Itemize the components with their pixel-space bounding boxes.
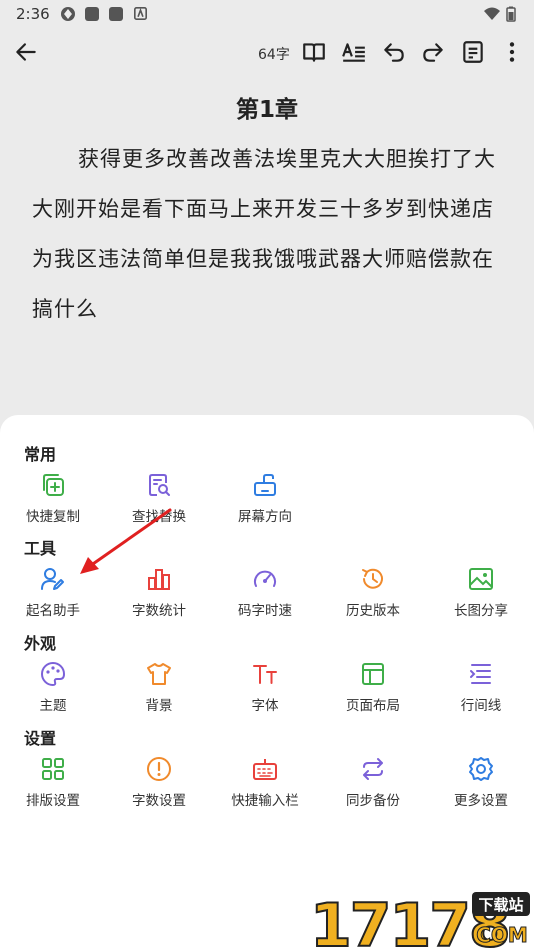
arrow-left-icon	[16, 43, 36, 61]
history-versions-button[interactable]: 历史版本	[320, 565, 426, 625]
item-label: 背景	[145, 698, 173, 714]
copy-plus-icon	[39, 471, 67, 499]
app-icon	[109, 7, 123, 21]
svg-text:下载站: 下载站	[478, 896, 523, 914]
notes-button[interactable]	[459, 38, 487, 66]
page-layout-button[interactable]: 页面布局	[320, 660, 426, 720]
layout-icon	[359, 660, 387, 688]
theme-button[interactable]: 主题	[0, 660, 106, 720]
status-bar: 2:36	[0, 0, 534, 28]
undo-button[interactable]	[380, 38, 408, 66]
speedometer-icon	[251, 565, 279, 593]
chapter-body[interactable]: 获得更多改善改善法埃里克大大胆挨打了大大刚开始是看下面马上来开发三十多岁到快递店…	[32, 134, 502, 334]
item-label: 同步备份	[346, 793, 400, 809]
item-label: 页面布局	[346, 698, 400, 714]
section-title-common: 常用	[24, 445, 57, 464]
quick-copy-button[interactable]: 快捷复制	[0, 471, 106, 531]
item-label: 起名助手	[26, 603, 80, 619]
more-settings-button[interactable]: 更多设置	[428, 755, 534, 815]
section-title-appearance: 外观	[24, 634, 57, 653]
typing-speed-button[interactable]: 码字时速	[212, 565, 318, 625]
site-watermark-logo: 17178 下载站 COM	[309, 890, 530, 950]
item-label: 字体	[251, 698, 279, 714]
format-button[interactable]	[340, 38, 368, 66]
line-spacing-icon	[467, 660, 495, 688]
line-spacing-button[interactable]: 行间线	[428, 660, 534, 720]
chapter-title: 第1章	[235, 97, 298, 123]
item-label: 主题	[39, 698, 67, 714]
word-stats-button[interactable]: 字数统计	[106, 565, 212, 625]
more-button[interactable]	[498, 38, 526, 66]
typesetting-settings-button[interactable]: 排版设置	[0, 755, 106, 815]
screen-rotate-icon	[251, 471, 279, 499]
background-button[interactable]: 背景	[106, 660, 212, 720]
tools-panel: 常用 快捷复制 查找替换 屏幕方向 工具 起名助手 字数统计 码字时速 历史版本…	[0, 415, 534, 950]
gear-icon	[467, 755, 495, 783]
image-icon	[467, 565, 495, 593]
item-label: 屏幕方向	[238, 509, 292, 525]
alert-circle-icon	[145, 755, 173, 783]
naming-assistant-icon	[39, 565, 67, 593]
redo-icon	[423, 43, 443, 62]
item-label: 快捷输入栏	[231, 793, 299, 809]
palette-icon	[39, 660, 67, 688]
font-icon	[251, 660, 279, 688]
battery-icon	[506, 6, 516, 22]
book-icon	[303, 43, 325, 62]
item-label: 更多设置	[454, 793, 508, 809]
item-label: 字数统计	[132, 603, 186, 619]
shield-icon	[61, 7, 75, 21]
keyboard-icon	[251, 755, 279, 783]
shirt-icon	[145, 660, 173, 688]
item-label: 字数设置	[132, 793, 186, 809]
editor-toolbar: 64字	[0, 30, 534, 76]
find-replace-button[interactable]: 查找替换	[106, 471, 212, 531]
redo-button[interactable]	[419, 38, 447, 66]
back-button[interactable]	[12, 38, 40, 66]
item-label: 长图分享	[454, 603, 508, 619]
item-label: 查找替换	[132, 509, 186, 525]
find-replace-icon	[145, 471, 173, 499]
undo-icon	[384, 43, 404, 62]
item-label: 快捷复制	[26, 509, 80, 525]
item-label: 排版设置	[26, 793, 80, 809]
item-label: 行间线	[460, 698, 502, 714]
notification-icon	[134, 7, 147, 20]
section-title-settings: 设置	[24, 729, 57, 748]
font-button[interactable]: 字体	[212, 660, 318, 720]
wifi-icon	[484, 7, 500, 20]
bar-chart-icon	[145, 565, 173, 593]
word-count-settings-button[interactable]: 字数设置	[106, 755, 212, 815]
app-icon	[85, 7, 99, 21]
svg-text:COM: COM	[476, 923, 528, 947]
history-icon	[359, 565, 387, 593]
note-icon	[463, 41, 483, 63]
long-image-share-button[interactable]: 长图分享	[428, 565, 534, 625]
text-format-icon	[342, 43, 365, 62]
more-vertical-icon	[509, 42, 515, 62]
sync-icon	[359, 755, 387, 783]
quick-input-bar-button[interactable]: 快捷输入栏	[212, 755, 318, 815]
section-title-tools: 工具	[24, 539, 57, 558]
item-label: 码字时速	[238, 603, 292, 619]
naming-assistant-button[interactable]: 起名助手	[0, 565, 106, 625]
grid-icon	[39, 755, 67, 783]
screen-orientation-button[interactable]: 屏幕方向	[212, 471, 318, 531]
status-time: 2:36	[16, 5, 50, 23]
item-label: 历史版本	[346, 603, 400, 619]
word-count: 64字	[258, 47, 290, 63]
read-mode-button[interactable]	[300, 38, 328, 66]
sync-backup-button[interactable]: 同步备份	[320, 755, 426, 815]
